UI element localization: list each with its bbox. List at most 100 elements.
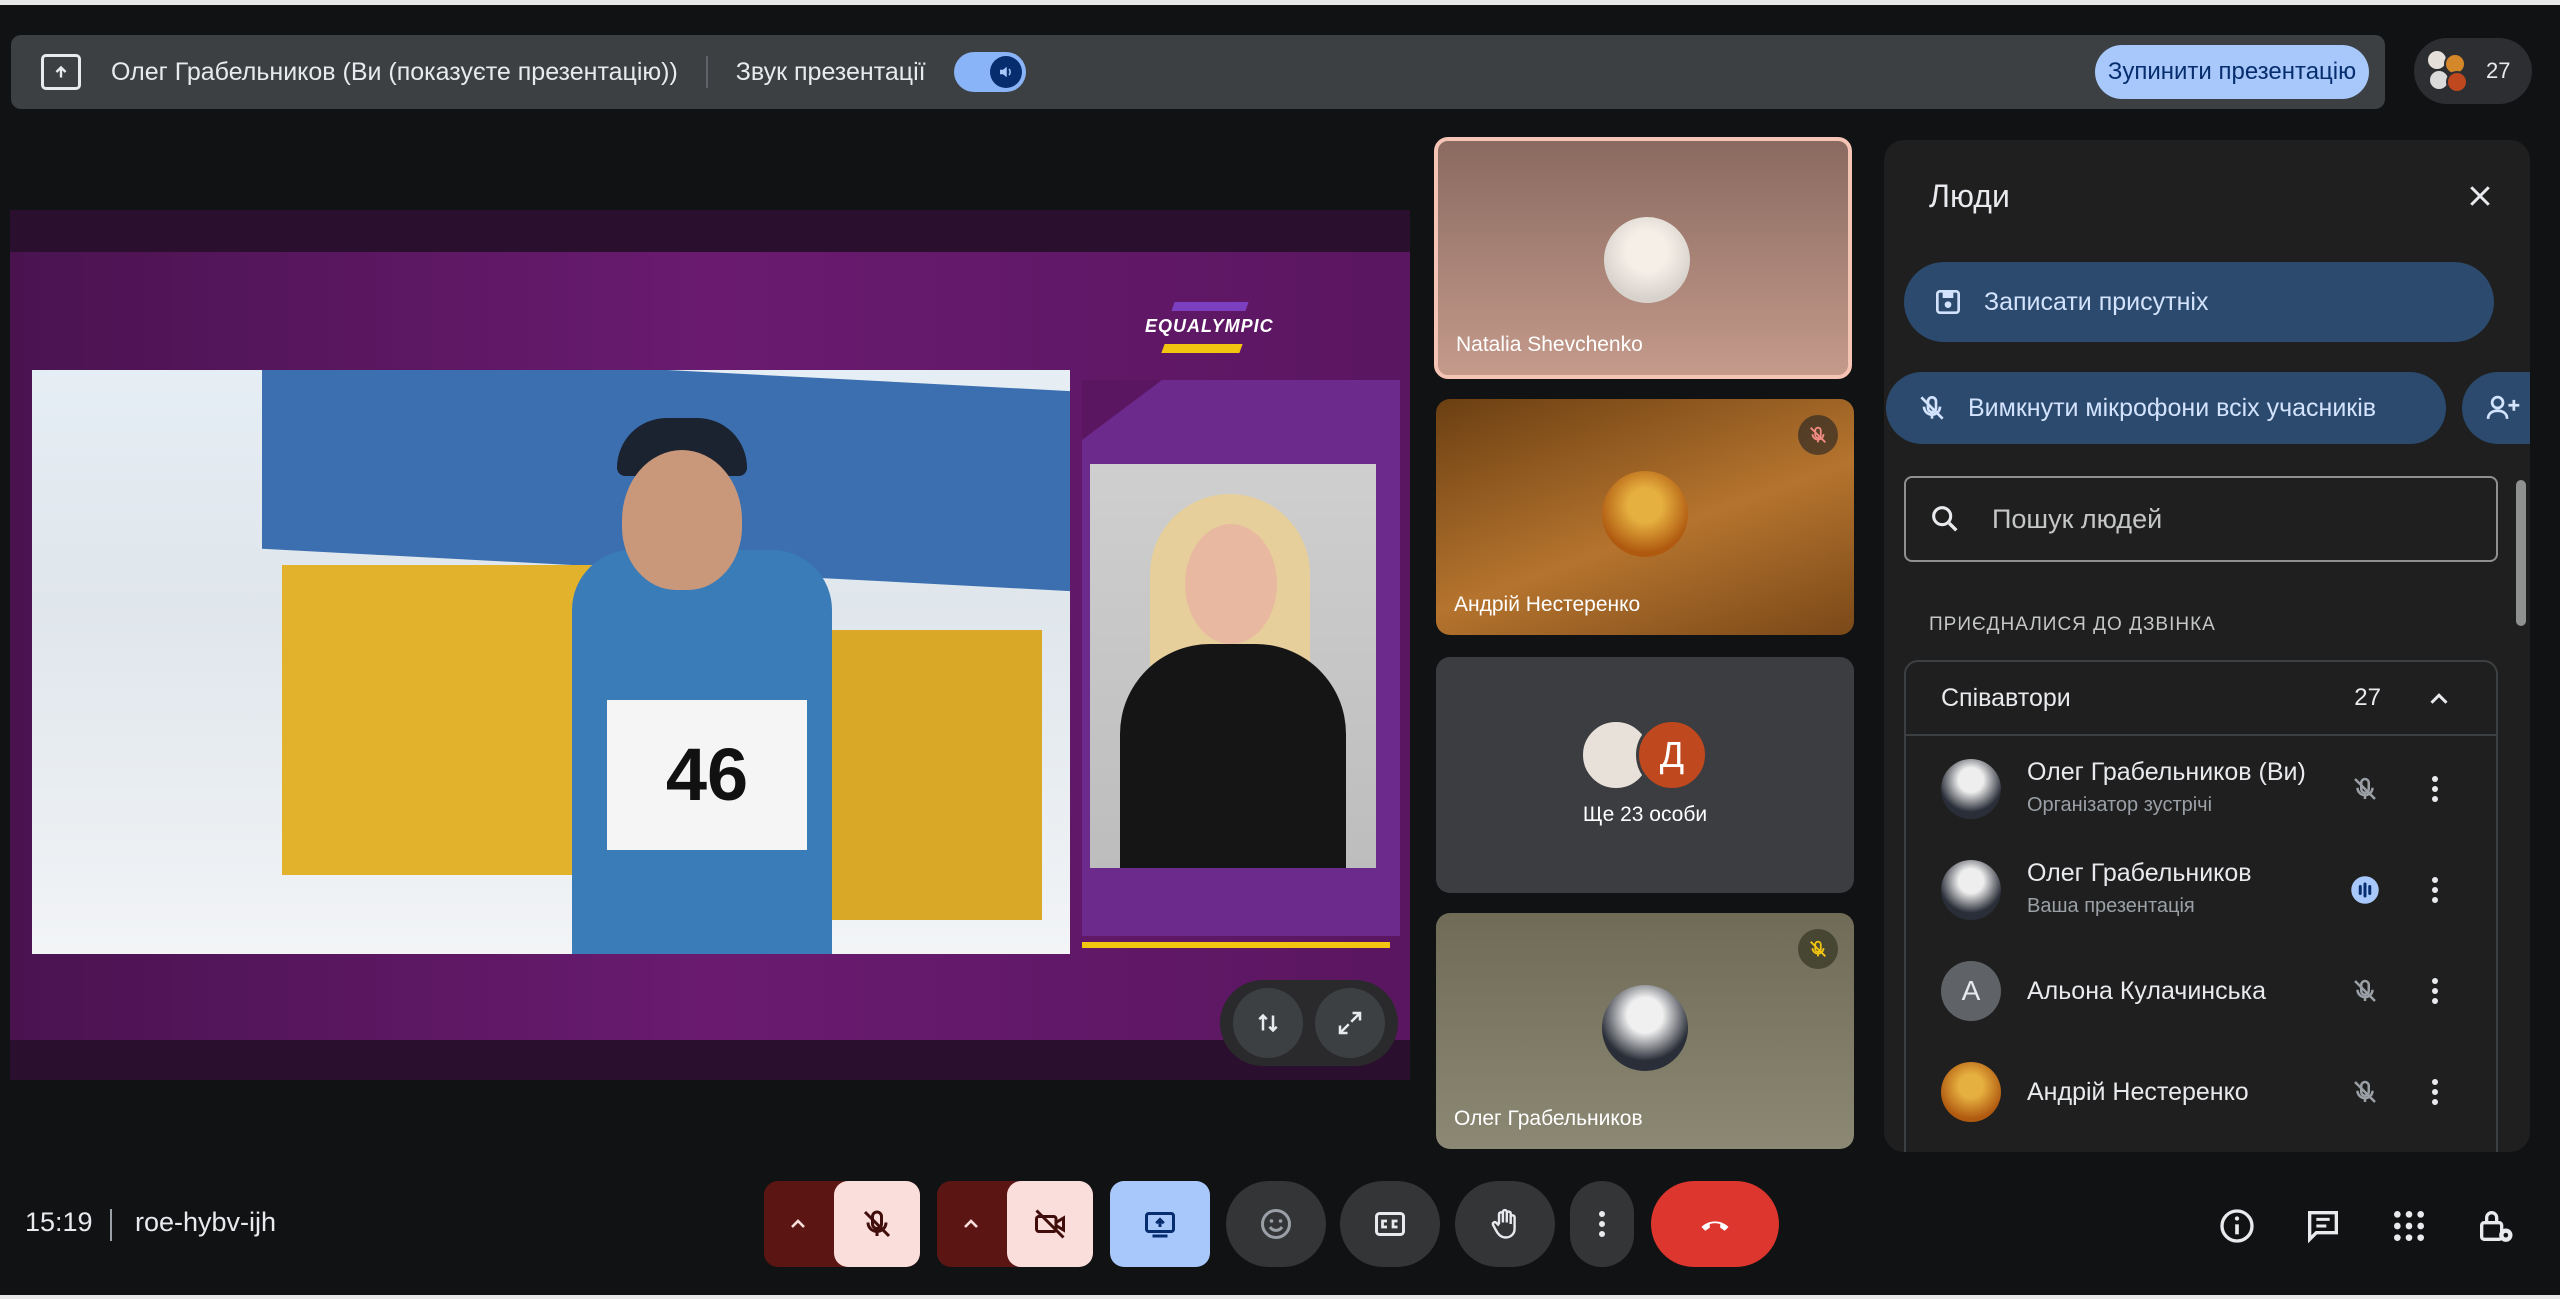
chat-icon[interactable]: [2298, 1201, 2348, 1251]
presenting-title: Олег Грабельников (Ви (показуєте презент…: [111, 57, 678, 86]
audio-options-button[interactable]: [764, 1181, 832, 1267]
section-label: ПРИЄДНАЛИСЯ ДО ДЗВІНКА: [1929, 614, 2216, 635]
stage-controls: [1220, 980, 1398, 1066]
avatar: [1604, 217, 1690, 303]
presentation-stage: EQUALYMPIC 46: [10, 210, 1410, 1080]
group-name: Співавтори: [1941, 683, 2071, 712]
avatar: [1941, 859, 2001, 920]
person-subtitle: Організатор зустрічі: [2027, 794, 2213, 816]
volume-icon: [989, 56, 1022, 88]
list-item[interactable]: Олег Грабельников Ваша презентація: [1906, 839, 2500, 940]
add-people-button[interactable]: [2462, 372, 2530, 444]
mic-off-icon[interactable]: [2343, 1070, 2387, 1114]
person-name: Альона Кулачинська: [2027, 977, 2267, 1005]
chevron-up-icon: [964, 1219, 978, 1228]
current-time: 15:19: [25, 1207, 93, 1237]
mic-off-icon: [863, 1210, 891, 1238]
more-participants-tile[interactable]: Д Ще 23 особи: [1436, 657, 1854, 893]
avatar: [1602, 471, 1688, 557]
hand-icon: [1491, 1208, 1516, 1239]
search-icon: [1932, 506, 1958, 532]
speaking-icon: [2343, 868, 2387, 912]
presentation-bar: Олег Грабельников (Ви (показуєте презент…: [11, 35, 2385, 109]
record-attendance-button[interactable]: Записати присутніх: [1904, 262, 2494, 342]
swap-layout-button[interactable]: [1232, 988, 1303, 1058]
avatar: [1941, 758, 2001, 819]
people-panel: Люди Записати присутніх Вимкнути мікрофо…: [1884, 140, 2530, 1152]
more-vert-icon[interactable]: [2420, 767, 2450, 811]
chevron-up-icon: [791, 1219, 805, 1228]
present-icon: [1145, 1212, 1175, 1238]
captions-button[interactable]: [1340, 1181, 1440, 1267]
avatar: Д: [1636, 719, 1708, 791]
mic-off-icon: [1798, 929, 1838, 969]
apps-icon[interactable]: [2384, 1201, 2434, 1251]
mic-control-group: [764, 1181, 920, 1267]
person-subtitle: Ваша презентація: [2027, 895, 2195, 917]
panel-title: Люди: [1929, 178, 2010, 214]
accent-line: [1082, 942, 1390, 948]
participant-name: Олег Грабельников: [1454, 1107, 1643, 1130]
more-participants-label: Ще 23 особи: [1582, 803, 1708, 826]
camera-toggle-button[interactable]: [1007, 1181, 1093, 1267]
expand-icon: [1339, 1011, 1362, 1035]
leave-call-button[interactable]: [1651, 1181, 1779, 1267]
bottom-bar: 15:19 roe-hybv-ijh: [0, 1165, 2560, 1295]
participant-tile[interactable]: Олег Грабельников: [1436, 913, 1854, 1149]
person-name: Олег Грабельников (Ви): [2027, 758, 2306, 786]
mic-off-icon[interactable]: [2343, 969, 2387, 1013]
person-name: Андрій Нестеренко: [2027, 1078, 2249, 1106]
person-name: Олег Грабельников: [2027, 859, 2252, 887]
camera-off-icon: [1035, 1209, 1065, 1239]
participant-name: Natalia Shevchenko: [1456, 333, 1643, 356]
more-vert-icon[interactable]: [2420, 1070, 2450, 1114]
video-options-button[interactable]: [937, 1181, 1005, 1267]
group-count: 27: [2354, 684, 2381, 711]
participant-count: 27: [2486, 58, 2511, 83]
lock-icon[interactable]: [2470, 1201, 2520, 1251]
participant-tile[interactable]: Natalia Shevchenko: [1434, 137, 1852, 379]
call-end-icon: [1701, 1221, 1729, 1231]
mute-all-button[interactable]: Вимкнути мікрофони всіх учасників: [1886, 372, 2446, 444]
more-vert-icon[interactable]: [2420, 868, 2450, 912]
presentation-audio-toggle[interactable]: [953, 52, 1026, 92]
stop-presenting-button[interactable]: Зупинити презентацію: [2095, 45, 2369, 99]
group-header[interactable]: Співавтори 27: [1906, 662, 2496, 736]
meet-window: Олег Грабельников (Ви (показуєте презент…: [0, 0, 2560, 1299]
present-now-button[interactable]: [1110, 1181, 1210, 1267]
more-options-button[interactable]: [1570, 1181, 1634, 1267]
list-item[interactable]: А Альона Кулачинська: [1906, 940, 2500, 1041]
record-attendance-label: Записати присутніх: [1984, 287, 2209, 316]
more-vert-icon[interactable]: [2420, 969, 2450, 1013]
scrollbar[interactable]: [2516, 480, 2526, 626]
search-people-input[interactable]: [1992, 503, 2432, 535]
raise-hand-button[interactable]: [1455, 1181, 1555, 1267]
reactions-button[interactable]: [1226, 1181, 1326, 1267]
participants-chip[interactable]: 27: [2414, 38, 2532, 104]
mute-all-label: Вимкнути мікрофони всіх учасників: [1968, 393, 2377, 422]
info-icon[interactable]: [2212, 1201, 2262, 1251]
divider: [705, 56, 708, 88]
fullscreen-button[interactable]: [1315, 988, 1386, 1058]
close-icon[interactable]: [2460, 176, 2500, 216]
equalympic-logo: EQUALYMPIC: [1145, 302, 1305, 362]
presentation-slide: EQUALYMPIC 46: [10, 252, 1410, 1040]
mic-off-icon[interactable]: [2343, 767, 2387, 811]
participant-name: Андрій Нестеренко: [1454, 593, 1641, 616]
participant-tile[interactable]: Андрій Нестеренко: [1436, 399, 1854, 635]
camera-control-group: [937, 1181, 1093, 1267]
divider: [110, 1209, 112, 1241]
more-vert-icon: [1599, 1211, 1605, 1237]
list-item[interactable]: Олег Грабельников (Ви) Організатор зустр…: [1906, 738, 2500, 839]
bib-number: 46: [607, 700, 807, 850]
microphone-toggle-button[interactable]: [834, 1181, 920, 1267]
avatar: А: [1941, 960, 2001, 1021]
contributors-group: Співавтори 27 Олег Грабельников (Ви) Орг…: [1904, 660, 2498, 1152]
captions-icon: [1375, 1212, 1405, 1236]
meeting-code: roe-hybv-ijh: [135, 1207, 277, 1237]
chevron-up-icon[interactable]: [2424, 684, 2454, 714]
avatar: [1941, 1061, 2001, 1122]
search-people-field[interactable]: [1904, 476, 2498, 562]
list-item[interactable]: Андрій Нестеренко: [1906, 1041, 2500, 1142]
mic-off-icon: [1798, 415, 1838, 455]
